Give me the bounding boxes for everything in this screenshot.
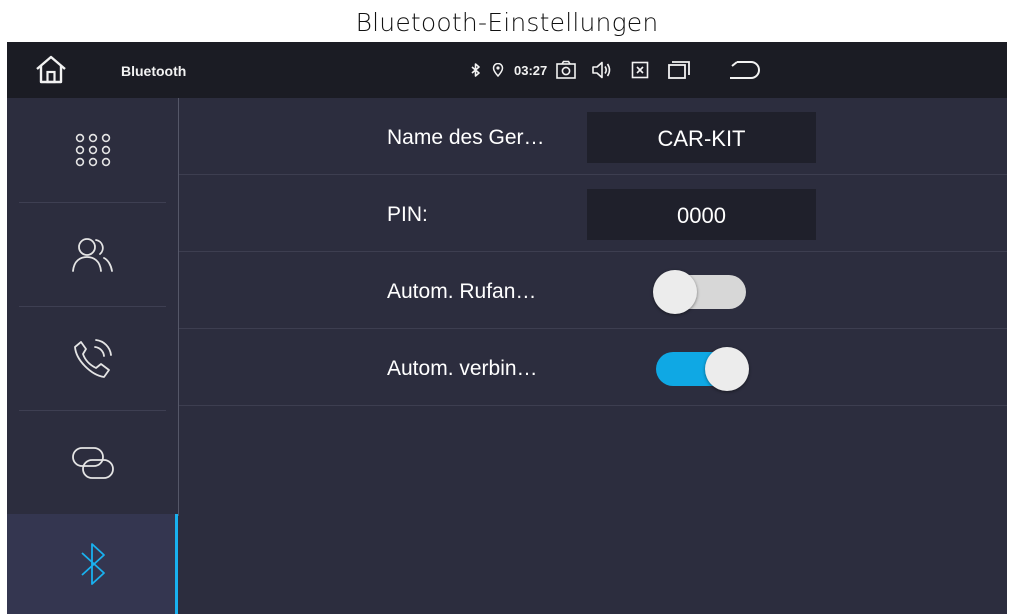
row-separator: [179, 405, 1007, 406]
status-indicators: 03:27: [470, 42, 761, 98]
clock: 03:27: [514, 62, 548, 78]
setting-row-device-name: Name des Ger… CAR-KIT: [179, 98, 1007, 175]
call-log-icon: [73, 338, 112, 378]
device-name-field[interactable]: CAR-KIT: [587, 112, 816, 163]
back-icon: [730, 61, 761, 79]
auto-answer-label: Autom. Rufan…: [387, 280, 537, 303]
location-pin-icon: [492, 63, 504, 77]
sidebar-item-pairing[interactable]: [7, 411, 178, 514]
screenshot-button[interactable]: [555, 60, 577, 80]
bluetooth-status-icon: [470, 63, 482, 77]
device-name-label: Name des Ger…: [387, 126, 545, 149]
pin-label: PIN:: [387, 203, 428, 226]
bluetooth-settings-icon: [80, 543, 105, 585]
camera-icon: [556, 60, 577, 79]
app-title: Bluetooth: [121, 63, 187, 79]
volume-button[interactable]: [591, 60, 613, 80]
home-icon: [36, 55, 66, 84]
setting-row-auto-connect: Autom. verbin…: [179, 329, 1007, 406]
active-indicator: [175, 514, 178, 614]
recent-apps-icon: [668, 61, 691, 79]
sidebar-nav: [7, 98, 178, 614]
sidebar-item-calls[interactable]: [7, 307, 178, 410]
volume-icon: [592, 61, 611, 79]
sidebar-item-contacts[interactable]: [7, 203, 178, 306]
back-button[interactable]: [727, 59, 761, 81]
home-button[interactable]: [33, 54, 69, 86]
setting-row-pin: PIN: 0000: [179, 175, 1007, 252]
close-app-button[interactable]: [631, 61, 649, 79]
toggle-knob: [653, 270, 697, 314]
auto-answer-toggle[interactable]: [653, 270, 749, 314]
toggle-knob: [705, 347, 749, 391]
sidebar-item-bluetooth[interactable]: [7, 514, 178, 614]
contacts-icon: [71, 237, 113, 272]
settings-panel: Name des Ger… CAR-KIT PIN: 0000 Autom. R…: [179, 98, 1007, 614]
setting-row-auto-answer: Autom. Rufan…: [179, 252, 1007, 329]
recent-apps-button[interactable]: [667, 60, 691, 80]
status-bar: Bluetooth 03:27: [7, 42, 1007, 98]
head-unit-screen: Bluetooth 03:27 Name des Ger… CAR-KIT PI…: [7, 42, 1007, 614]
close-box-icon: [631, 61, 649, 79]
page-caption: Bluetooth-Einstellungen: [355, 8, 659, 37]
sidebar-item-apps[interactable]: [7, 98, 178, 202]
pairing-link-icon: [71, 446, 114, 479]
auto-connect-label: Autom. verbin…: [387, 357, 538, 380]
auto-connect-toggle[interactable]: [653, 347, 749, 391]
apps-grid-icon: [75, 133, 110, 167]
pin-field[interactable]: 0000: [587, 189, 816, 240]
